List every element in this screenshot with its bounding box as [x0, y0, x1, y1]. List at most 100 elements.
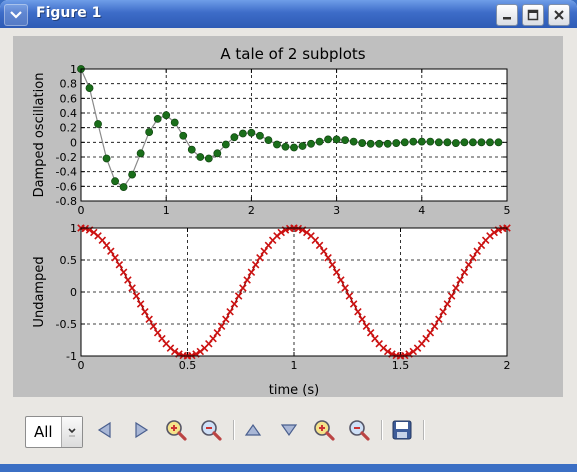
dropdown-button[interactable] — [61, 417, 82, 447]
pan-up-button[interactable] — [241, 418, 265, 442]
maximize-button[interactable] — [522, 4, 544, 26]
toolbar-separator — [233, 420, 235, 440]
y-tick-label: 0.2 — [60, 122, 78, 135]
minimize-icon — [503, 17, 511, 20]
data-point — [426, 137, 435, 146]
data-point — [400, 138, 409, 147]
pan-right-button[interactable] — [129, 418, 153, 442]
y-tick-label: 0.4 — [60, 107, 78, 120]
data-point — [179, 131, 188, 140]
y-tick-label: 0.5 — [60, 254, 78, 267]
triangle-up-icon — [244, 423, 262, 436]
data-point — [264, 136, 273, 145]
zoom-in-y-button[interactable] — [312, 418, 336, 442]
minimize-button[interactable] — [496, 4, 518, 26]
zoom-out-icon — [349, 420, 370, 441]
data-point — [281, 142, 290, 151]
data-point — [145, 128, 154, 136]
x-tick-label: 0 — [78, 359, 85, 372]
y-tick-label: -0.6 — [56, 180, 77, 193]
undamped-axes: 0 0.5 1 1.5 2 -1 -0.5 0 0.5 1 Undamped time (s) — [32, 222, 511, 397]
data-point — [451, 139, 460, 147]
zoom-select-value: All — [34, 423, 53, 441]
triangle-down-icon — [280, 424, 298, 437]
data-point — [375, 139, 384, 148]
x-axis-label: time (s) — [269, 383, 319, 397]
data-point — [315, 137, 324, 146]
y-axis-label: Undamped — [32, 256, 47, 327]
data-point — [366, 139, 375, 148]
x-tick-label: 4 — [418, 204, 425, 217]
data-point — [434, 138, 443, 147]
navigation-toolbar: All — [0, 402, 577, 464]
chevron-down-icon — [68, 428, 76, 437]
y-tick-label: 0 — [70, 286, 77, 299]
data-point — [238, 129, 247, 138]
data-point — [332, 135, 341, 144]
data-point — [221, 140, 230, 149]
zoom-in-icon — [314, 420, 335, 441]
close-icon — [554, 10, 564, 20]
data-point — [358, 139, 367, 147]
data-point — [417, 137, 426, 146]
zoom-out-x-button[interactable] — [199, 418, 223, 442]
data-point — [119, 183, 128, 191]
triangle-right-icon — [135, 421, 149, 439]
data-point — [307, 139, 315, 148]
y-tick-label: 1 — [70, 222, 77, 235]
damped-oscillation-axes: 0 1 2 3 4 5-0.8-0.6-0.4-0.200.20.40.60.81Damp… — [32, 63, 511, 217]
zoom-out-y-button[interactable] — [347, 418, 371, 442]
figure-window: Figure 1 A tale of 2 subplots 0 1 2 3 4 5 -0.8… — [0, 0, 577, 472]
data-point — [94, 120, 102, 128]
y-tick-label: -0.5 — [56, 318, 77, 331]
data-point — [290, 143, 298, 152]
data-point — [170, 118, 179, 127]
x-tick-label: 0.5 — [179, 359, 197, 372]
data-point — [477, 138, 486, 147]
data-point — [443, 138, 452, 147]
y-tick-label: -1 — [66, 350, 77, 363]
x-tick-label: 3 — [333, 204, 340, 217]
pan-down-button[interactable] — [277, 418, 301, 442]
close-button[interactable] — [548, 4, 570, 26]
data-point — [298, 142, 307, 150]
figure-canvas[interactable]: A tale of 2 subplots 0 1 2 3 4 5-0.8-0.6-0.4-… — [13, 36, 563, 397]
y-axis-label: Damped oscillation — [32, 73, 47, 198]
data-point — [111, 177, 119, 186]
data-point — [85, 84, 94, 92]
data-point — [349, 137, 358, 146]
window-menu-button[interactable] — [4, 4, 28, 26]
x-tick-label: 1 — [291, 359, 298, 372]
x-tick-label: 2 — [248, 204, 255, 217]
toolbar-separator — [381, 420, 383, 440]
x-tick-label: 0 — [78, 204, 85, 217]
data-point — [341, 136, 350, 145]
data-point — [256, 131, 264, 140]
window-bottom-border — [0, 464, 577, 472]
chevron-down-icon — [10, 11, 22, 19]
data-point — [247, 128, 256, 137]
title-bar: Figure 1 — [0, 0, 577, 28]
y-tick-label: -0.2 — [56, 151, 77, 164]
data-point — [324, 135, 332, 144]
y-tick-label: 0.8 — [60, 78, 78, 91]
data-point — [196, 153, 205, 161]
save-button[interactable] — [390, 418, 414, 442]
data-point — [409, 137, 418, 146]
data-point — [486, 138, 494, 147]
maximize-icon — [527, 9, 539, 21]
window-title: Figure 1 — [36, 5, 102, 21]
x-tick-label: 5 — [504, 204, 511, 217]
data-point — [494, 138, 503, 147]
pan-left-button[interactable] — [93, 418, 117, 442]
y-tick-label: 0.6 — [60, 92, 78, 105]
toolbar-separator — [423, 420, 425, 440]
zoom-select-dropdown[interactable]: All — [25, 416, 83, 448]
zoom-in-icon — [166, 420, 187, 441]
zoom-in-x-button[interactable] — [164, 418, 188, 442]
data-point — [392, 139, 401, 147]
y-tick-label: 1 — [70, 63, 77, 76]
zoom-out-icon — [201, 420, 222, 441]
x-tick-label: 1.5 — [392, 359, 410, 372]
data-point — [460, 138, 469, 147]
